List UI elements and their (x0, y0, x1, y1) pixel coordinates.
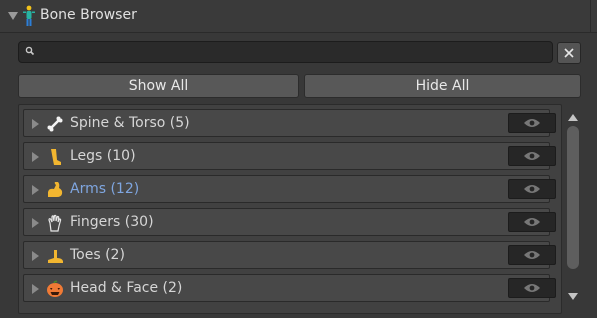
bone-group-label: Fingers (30) (70, 214, 154, 230)
eye-icon (524, 185, 540, 193)
bone-group-label: Head & Face (2) (70, 280, 183, 296)
eye-icon (524, 284, 540, 292)
foldout-arrow-icon[interactable] (8, 12, 18, 20)
hide-all-button[interactable]: Hide All (304, 74, 581, 98)
bone-group-label: Arms (12) (70, 181, 140, 197)
bone-group-label: Toes (2) (70, 247, 125, 263)
face-icon (47, 280, 63, 297)
bone-group-row-fingers[interactable]: Fingers (30) (23, 208, 556, 236)
header-divider (590, 0, 591, 32)
bone-icon (47, 116, 63, 132)
panel-title: Bone Browser (40, 7, 137, 23)
bone-group-row-spine-torso[interactable]: Spine & Torso (5) (23, 109, 556, 137)
scrollbar-thumb[interactable] (567, 126, 579, 269)
visibility-toggle-button[interactable] (508, 212, 556, 232)
hand-icon (48, 214, 62, 232)
bone-group-row-legs[interactable]: Legs (10) (23, 142, 556, 170)
bone-group-list: Spine & Torso (5) Legs (10) Arms (12) Fi… (18, 104, 562, 314)
expand-arrow-icon[interactable] (32, 251, 39, 261)
leg-icon (51, 149, 61, 165)
expand-arrow-icon[interactable] (32, 218, 39, 228)
foot-icon (48, 250, 63, 263)
eye-icon (524, 218, 540, 226)
clear-search-button[interactable] (557, 42, 581, 64)
panel-header[interactable]: Bone Browser (0, 0, 597, 33)
scroll-down-arrow-icon[interactable] (568, 293, 578, 300)
vertical-scrollbar[interactable] (566, 110, 580, 304)
eye-icon (524, 119, 540, 127)
expand-arrow-icon[interactable] (32, 185, 39, 195)
search-icon (25, 46, 35, 56)
visibility-toggle-button[interactable] (508, 179, 556, 199)
search-field[interactable] (18, 41, 553, 63)
bone-group-label: Spine & Torso (5) (70, 115, 190, 131)
humanoid-figure-icon (23, 5, 35, 26)
visibility-toggle-button[interactable] (508, 245, 556, 265)
eye-icon (524, 251, 540, 259)
bone-group-row-toes[interactable]: Toes (2) (23, 241, 556, 269)
expand-arrow-icon[interactable] (32, 152, 39, 162)
bone-group-row-head-face[interactable]: Head & Face (2) (23, 274, 556, 302)
flexed-biceps-icon (48, 182, 63, 197)
scroll-up-arrow-icon[interactable] (568, 114, 578, 121)
expand-arrow-icon[interactable] (32, 119, 39, 129)
visibility-toggle-button[interactable] (508, 146, 556, 166)
search-input[interactable] (39, 43, 548, 61)
expand-arrow-icon[interactable] (32, 284, 39, 294)
visibility-toggle-button[interactable] (508, 113, 556, 133)
show-all-button[interactable]: Show All (18, 74, 299, 98)
visibility-toggle-button[interactable] (508, 278, 556, 298)
eye-icon (524, 152, 540, 160)
bone-group-row-arms[interactable]: Arms (12) (23, 175, 556, 203)
close-icon (564, 48, 574, 58)
bone-group-label: Legs (10) (70, 148, 136, 164)
